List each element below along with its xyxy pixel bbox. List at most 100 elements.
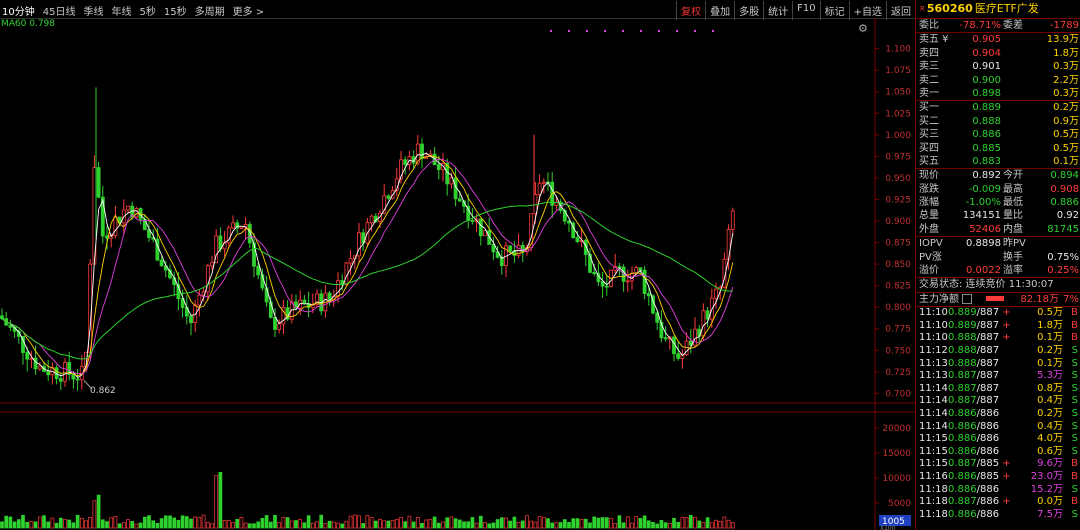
tick-volume: 0.1万 (1037, 357, 1063, 369)
period-tab[interactable]: 年线 (111, 3, 131, 18)
tick-row[interactable]: 11:14 0.886/886 0.2万 S (916, 408, 1080, 421)
stock-name[interactable]: 医疗ETF广发 (975, 2, 1039, 15)
volume-bar (508, 520, 513, 529)
order-row[interactable]: 卖一 0.898 0.3万 (916, 87, 1080, 100)
volume-bar (642, 515, 647, 529)
tick-row[interactable]: 11:13 0.888/887 0.1万 S (916, 358, 1080, 371)
stat-label: 总量 (919, 210, 939, 222)
tick-plus: + (999, 496, 1011, 508)
tick-price-sub: /887 (976, 357, 1000, 369)
period-tab[interactable]: 多周期 (195, 3, 225, 18)
volume-bar (420, 523, 424, 529)
tick-row[interactable]: 11:10 0.889/887 +1.8万 B (916, 320, 1080, 333)
stat-value: 0.894 (1050, 170, 1079, 182)
candle-body (348, 258, 353, 264)
order-row[interactable]: 卖四 0.904 1.8万 (916, 47, 1080, 60)
volume-bar (667, 523, 672, 529)
volume-bar (214, 475, 219, 529)
volume-bar (12, 521, 17, 529)
volume-bar (298, 518, 303, 529)
tick-row[interactable]: 11:10 0.889/887 +0.5万 B (916, 307, 1080, 320)
tick-time: 11:14 (919, 420, 948, 432)
tick-volume: 0.6万 (1037, 445, 1063, 457)
order-price: 0.889 (972, 102, 1001, 114)
tick-time: 11:15 (919, 458, 948, 470)
period-tab[interactable]: 5秒 (139, 3, 155, 18)
tick-side: B (1071, 319, 1078, 331)
tick-row[interactable]: 11:15 0.886/886 4.0万 S (916, 433, 1080, 446)
tick-row[interactable]: 11:14 0.887/887 0.8万 S (916, 383, 1080, 396)
tick-row[interactable]: 11:18 0.886/886 7.5万 S (916, 509, 1080, 522)
volume-bar (516, 522, 521, 529)
tick-price-sub: /885 (976, 458, 1000, 470)
tick-price: 0.888/887 (948, 345, 999, 358)
stock-code[interactable]: 560260 (927, 2, 973, 15)
volume-bar (621, 522, 626, 529)
volume-bar (96, 494, 101, 529)
volume-bar (659, 520, 664, 529)
price-tick-label: 0.775 (885, 325, 911, 335)
tick-price-main: 0.888 (948, 332, 977, 344)
tick-time: 11:10 (919, 307, 948, 319)
settings-icon[interactable]: ⚙ (858, 22, 868, 35)
order-row[interactable]: 买五 0.883 0.1万 (916, 155, 1080, 168)
r-tag: R (920, 5, 925, 13)
candle-body (8, 324, 13, 328)
kline-chart[interactable]: 1.100 1.075 1.050 1.025 1.000 0.975 0.950 0.925… (0, 18, 915, 530)
volume-bar (697, 520, 702, 529)
order-row[interactable]: 卖三 0.901 0.3万 (916, 60, 1080, 73)
volume-bar (680, 516, 685, 529)
tick-volume: 0.0万 (1037, 496, 1063, 508)
volume-bar (226, 519, 231, 529)
price-tick-label: 0.950 (885, 174, 911, 184)
tick-row[interactable]: 11:15 0.886/886 0.6万 S (916, 446, 1080, 459)
volume-bar (63, 519, 67, 529)
order-volume: 0.2万 (1053, 102, 1079, 114)
order-row[interactable]: 买二 0.888 0.9万 (916, 115, 1080, 128)
period-tab[interactable]: 10分钟 (2, 3, 35, 18)
tick-row[interactable]: 11:14 0.887/887 0.4万 S (916, 395, 1080, 408)
tick-row[interactable]: 11:16 0.886/885 +23.0万 B (916, 471, 1080, 484)
order-volume: 0.9万 (1053, 115, 1079, 127)
tick-side: S (1071, 407, 1078, 419)
volume-bar (499, 517, 504, 529)
volume-bar (722, 516, 727, 529)
buy-orders: 买一 0.889 0.2万 买二 0.888 0.9万 买三 0.886 0.5万 买四 0.885… (916, 101, 1080, 168)
tick-side: S (1071, 508, 1078, 520)
period-tab[interactable]: 更多 > (233, 3, 265, 18)
tick-list[interactable]: 11:10 0.889/887 +0.5万 B 11:10 0.889/887 +1.8… (916, 307, 1080, 521)
tick-row[interactable]: 11:15 0.887/885 +9.6万 B (916, 458, 1080, 471)
order-row[interactable]: 买四 0.885 0.5万 (916, 142, 1080, 155)
tick-time: 11:18 (919, 483, 948, 495)
grid-icon[interactable] (962, 293, 973, 304)
tick-row[interactable]: 11:13 0.887/887 5.3万 S (916, 370, 1080, 383)
tick-price-main: 0.887 (948, 382, 977, 394)
candle-body (46, 371, 51, 376)
order-row[interactable]: 卖五 ¥ 0.905 13.9万 (916, 33, 1080, 46)
tick-side: S (1071, 382, 1078, 394)
volume-bar (726, 519, 731, 529)
main-flow-label: 主力净额 (919, 293, 959, 305)
tick-volume: 9.6万 (1037, 458, 1063, 470)
order-label: 卖四 (919, 47, 939, 59)
volume-bar (142, 516, 147, 529)
period-tab[interactable]: 45日线 (43, 3, 76, 18)
order-row[interactable]: 买三 0.886 0.5万 (916, 128, 1080, 141)
tick-row[interactable]: 11:18 0.886/886 15.2万 S (916, 484, 1080, 497)
stat-value: 0.892 (972, 170, 1001, 182)
price-tick-label: 0.825 (885, 282, 911, 292)
order-row[interactable]: 卖二 0.900 2.2万 (916, 74, 1080, 87)
tick-plus: + (999, 332, 1011, 344)
period-tab[interactable]: 15秒 (164, 3, 187, 18)
order-price: 0.883 (972, 155, 1001, 167)
candle-body (575, 237, 580, 243)
volume-bar (134, 523, 139, 529)
order-row[interactable]: 买一 0.889 0.2万 (916, 101, 1080, 114)
tick-row[interactable]: 11:10 0.888/887 +0.1万 B (916, 332, 1080, 345)
tick-row[interactable]: 11:14 0.886/886 0.4万 S (916, 421, 1080, 434)
tick-row[interactable]: 11:12 0.888/887 0.2万 S (916, 345, 1080, 358)
tick-row[interactable]: 11:18 0.887/886 +0.0万 B (916, 496, 1080, 509)
tick-price-main: 0.886 (948, 420, 977, 432)
period-tab[interactable]: 季线 (83, 3, 103, 18)
stat-value: 0.25% (1047, 265, 1079, 277)
